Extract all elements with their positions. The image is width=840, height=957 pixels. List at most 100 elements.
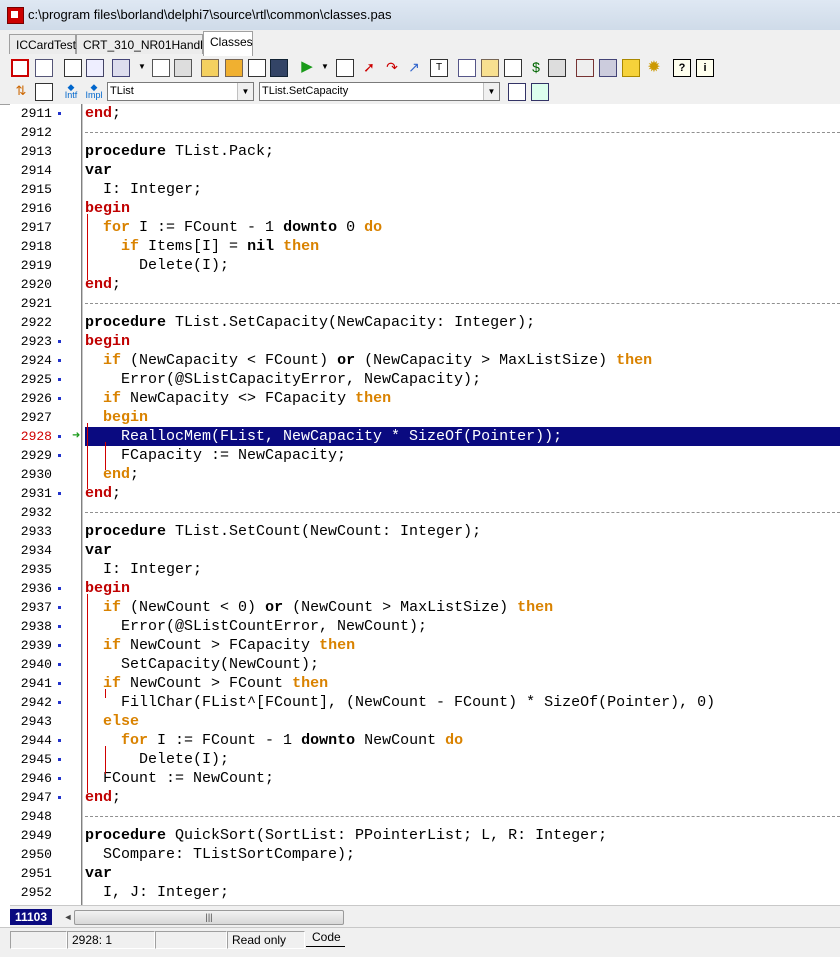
view-form-icon[interactable]: [86, 59, 104, 77]
remove-from-project-icon[interactable]: [225, 59, 243, 77]
executable-line-dot-icon[interactable]: [58, 644, 61, 647]
code-line[interactable]: 2948: [10, 807, 840, 826]
executable-line-dot-icon[interactable]: [58, 112, 61, 115]
help-icon[interactable]: ?: [673, 59, 691, 77]
code-line[interactable]: 2951 var: [10, 864, 840, 883]
code-line[interactable]: 2949 procedure QuickSort(SortList: PPoint…: [10, 826, 840, 845]
executable-line-dot-icon[interactable]: [58, 739, 61, 742]
align-right-icon[interactable]: [531, 83, 549, 101]
code-line[interactable]: 2935 I: Integer;: [10, 560, 840, 579]
edit-icon[interactable]: [481, 59, 499, 77]
code-line[interactable]: 2950 SCompare: TListSortCompare);: [10, 845, 840, 864]
tab-crt-handler[interactable]: CRT_310_NR01Handler: [76, 34, 214, 54]
code-line[interactable]: 2914 var: [10, 161, 840, 180]
code-line[interactable]: 2943 else: [10, 712, 840, 731]
code-line[interactable]: 2911 end;: [10, 104, 840, 123]
code-line[interactable]: 2937 if (NewCount < 0) or (NewCount > Ma…: [10, 598, 840, 617]
code-line[interactable]: 2925 Error(@SListCapacityError, NewCapac…: [10, 370, 840, 389]
code-line[interactable]: 2922 procedure TList.SetCapacity(NewCapac…: [10, 313, 840, 332]
gear-icon[interactable]: ✹: [645, 59, 663, 77]
run-icon[interactable]: ▶: [298, 59, 316, 77]
chevron-down-icon[interactable]: ▼: [237, 83, 253, 100]
code-line[interactable]: 2917 for I := FCount - 1 downto 0 do: [10, 218, 840, 237]
executable-line-dot-icon[interactable]: [58, 606, 61, 609]
code-line[interactable]: 2947 end;: [10, 788, 840, 807]
code-line[interactable]: 2933 procedure TList.SetCount(NewCount: I…: [10, 522, 840, 541]
horizontal-scrollbar[interactable]: ◄ |||: [62, 909, 840, 925]
code-line[interactable]: 2945 Delete(I);: [10, 750, 840, 769]
executable-line-dot-icon[interactable]: [58, 435, 61, 438]
code-line[interactable]: 2932: [10, 503, 840, 522]
code-line[interactable]: 2941 if NewCount > FCount then: [10, 674, 840, 693]
code-line[interactable]: 2939 if NewCount > FCapacity then: [10, 636, 840, 655]
scroll-thumb[interactable]: |||: [74, 910, 344, 925]
code-line[interactable]: 2929 FCapacity := NewCapacity;: [10, 446, 840, 465]
executable-line-dot-icon[interactable]: [58, 378, 61, 381]
code-line[interactable]: 2918 if Items[I] = nil then: [10, 237, 840, 256]
new-item-icon[interactable]: [458, 59, 476, 77]
view-tab-code[interactable]: Code: [306, 929, 345, 947]
code-line[interactable]: 2938 Error(@SListCountError, NewCount);: [10, 617, 840, 636]
code-line[interactable]: 2942 FillChar(FList^[FCount], (NewCount …: [10, 693, 840, 712]
replace-icon[interactable]: [599, 59, 617, 77]
scroll-left-icon[interactable]: ◄: [62, 909, 74, 925]
toggle-form-unit-icon[interactable]: [270, 59, 288, 77]
code-line[interactable]: 2913 procedure TList.Pack;: [10, 142, 840, 161]
code-line[interactable]: 2921: [10, 294, 840, 313]
code-line[interactable]: 2916 begin: [10, 199, 840, 218]
dropdown-arrow-icon[interactable]: ▼: [133, 59, 151, 77]
dollar-icon[interactable]: $: [527, 59, 545, 77]
executable-line-dot-icon[interactable]: [58, 701, 61, 704]
class-combo[interactable]: TList ▼: [107, 82, 254, 101]
copy-icon[interactable]: [504, 59, 522, 77]
class-hierarchy-icon[interactable]: ⇅: [12, 83, 30, 101]
executable-line-dot-icon[interactable]: [58, 796, 61, 799]
code-line[interactable]: 2920 end;: [10, 275, 840, 294]
paste-icon[interactable]: [548, 59, 566, 77]
checklist-icon[interactable]: [248, 59, 266, 77]
step-over-icon[interactable]: ↷: [383, 59, 401, 77]
executable-line-dot-icon[interactable]: [58, 359, 61, 362]
open-project-icon[interactable]: [112, 59, 130, 77]
open-file-icon[interactable]: [35, 59, 53, 77]
find-icon[interactable]: [576, 59, 594, 77]
method-combo[interactable]: TList.SetCapacity ▼: [259, 82, 500, 101]
intf-icon[interactable]: ◆ Intf: [62, 83, 80, 101]
code-line[interactable]: 2919 Delete(I);: [10, 256, 840, 275]
run-to-cursor-icon[interactable]: ↗: [405, 59, 423, 77]
code-line[interactable]: 2944 for I := FCount - 1 downto NewCount…: [10, 731, 840, 750]
code-line[interactable]: 2934 var: [10, 541, 840, 560]
executable-line-dot-icon[interactable]: [58, 492, 61, 495]
code-line[interactable]: 2924 if (NewCapacity < FCount) or (NewCa…: [10, 351, 840, 370]
code-line[interactable]: 2946 FCount := NewCount;: [10, 769, 840, 788]
info-icon[interactable]: i: [696, 59, 714, 77]
browse-symbol-icon[interactable]: [11, 59, 29, 77]
chevron-down-icon[interactable]: ▼: [483, 83, 499, 100]
save-icon[interactable]: [152, 59, 170, 77]
add-to-project-icon[interactable]: [201, 59, 219, 77]
run-dropdown-icon[interactable]: ▼: [316, 59, 334, 77]
executable-line-dot-icon[interactable]: [58, 758, 61, 761]
code-line[interactable]: 2930 end;: [10, 465, 840, 484]
code-line[interactable]: 2927 begin: [10, 408, 840, 427]
code-editor[interactable]: 2911 end; 2912 2913 procedure TList.Pack; 291…: [10, 104, 840, 905]
evaluate-icon[interactable]: T: [430, 59, 448, 77]
browse-icon[interactable]: [35, 83, 53, 101]
code-line[interactable]: 2923 begin: [10, 332, 840, 351]
code-line[interactable]: 2915 I: Integer;: [10, 180, 840, 199]
executable-line-dot-icon[interactable]: [58, 340, 61, 343]
code-line[interactable]: 2931 end;: [10, 484, 840, 503]
executable-line-dot-icon[interactable]: [58, 682, 61, 685]
executable-line-dot-icon[interactable]: [58, 777, 61, 780]
tab-iccardtest[interactable]: ICCardTest: [9, 34, 76, 54]
code-line[interactable]: 2926 if NewCapacity <> FCapacity then: [10, 389, 840, 408]
code-line[interactable]: 2928 ➜ ReallocMem(FList, NewCapacity * Si…: [10, 427, 840, 446]
code-line[interactable]: 2940 SetCapacity(NewCount);: [10, 655, 840, 674]
view-unit-icon[interactable]: [64, 59, 82, 77]
pause-icon[interactable]: [336, 59, 354, 77]
save-all-icon[interactable]: [174, 59, 192, 77]
executable-line-dot-icon[interactable]: [58, 587, 61, 590]
executable-line-dot-icon[interactable]: [58, 663, 61, 666]
executable-line-dot-icon[interactable]: [58, 454, 61, 457]
align-left-icon[interactable]: [508, 83, 526, 101]
